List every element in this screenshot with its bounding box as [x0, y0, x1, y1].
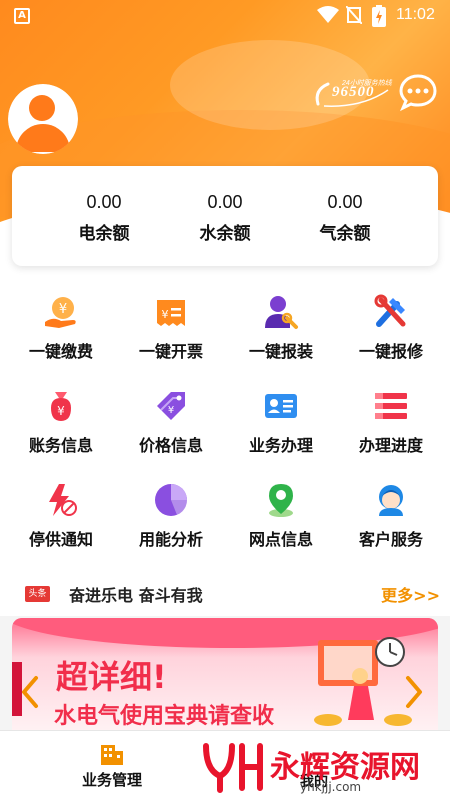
banner-title: 超详细! — [56, 658, 167, 696]
more-link[interactable]: 更多>> — [381, 582, 440, 606]
grid-item-business[interactable]: 业务办理 — [226, 374, 336, 455]
balance-gas-value: 0.00 — [327, 192, 363, 212]
promo-banner[interactable]: 超详细! 水电气使用宝典请查收 — [12, 618, 438, 730]
grid-label: 一键报装 — [248, 342, 313, 361]
grid-item-invoice[interactable]: ¥ 一键开票 — [116, 280, 226, 361]
watermark-logo-icon — [203, 743, 263, 793]
message-button[interactable] — [398, 72, 438, 112]
balance-electric-value: 0.00 — [86, 192, 122, 212]
watermark-url: yhkjjj.com — [300, 780, 362, 794]
banner-next-icon[interactable] — [402, 674, 426, 710]
wifi-icon — [317, 6, 339, 23]
svg-text:¥: ¥ — [59, 302, 67, 317]
avatar[interactable] — [8, 84, 78, 154]
balance-water-label: 水余额 — [199, 224, 251, 244]
power-off-icon — [49, 484, 77, 516]
grid-item-price[interactable]: ¥ 价格信息 — [116, 374, 226, 455]
grid-item-outlets[interactable]: 网点信息 — [226, 468, 336, 549]
grid-label: 一键报修 — [358, 342, 423, 361]
grid-label: 用能分析 — [138, 530, 203, 549]
chat-bubble-icon — [399, 74, 437, 112]
customer-service-icon — [379, 485, 403, 516]
grid-label: 业务办理 — [248, 436, 313, 455]
grid-label: 账务信息 — [28, 436, 93, 455]
grid-item-accounts[interactable]: ¥ 账务信息 — [6, 374, 116, 455]
watermark: 永辉资源网 yhkjjj.com — [202, 740, 442, 796]
service-grid: ¥ 一键缴费 ¥ 一键开票 一键报装 一键报修 ¥ 账务信息 ¥ 价格信息 业务… — [0, 280, 450, 570]
grid-item-outage[interactable]: 停供通知 — [6, 468, 116, 549]
headline-tag: 头条 — [25, 586, 50, 602]
grid-label: 办理进度 — [358, 436, 423, 455]
tab-business[interactable]: 业务管理 — [70, 743, 154, 790]
svg-text:¥: ¥ — [162, 308, 169, 321]
grid-item-analysis[interactable]: 用能分析 — [116, 468, 226, 549]
grid-item-repair[interactable]: 一键报修 — [336, 280, 446, 361]
banner-illustration — [314, 637, 412, 726]
grid-label: 客户服务 — [358, 530, 423, 549]
location-pin-icon — [269, 484, 293, 517]
grid-label: 价格信息 — [138, 436, 203, 455]
no-sim-icon — [346, 6, 362, 24]
balance-electric[interactable]: 0.00 电余额 — [44, 192, 164, 244]
grid-label: 停供通知 — [28, 530, 93, 549]
tab-business-label: 业务管理 — [81, 771, 142, 789]
news-headline[interactable]: 奋进乐电 奋斗有我 — [69, 582, 203, 606]
status-bar: A 11:02 — [0, 0, 450, 30]
status-time: 11:02 — [396, 6, 435, 23]
svg-text:¥: ¥ — [168, 405, 174, 416]
banner-subtitle: 水电气使用宝典请查收 — [54, 704, 275, 729]
grid-label: 网点信息 — [248, 530, 313, 549]
building-icon — [101, 745, 123, 765]
tools-icon — [374, 294, 406, 327]
grid-label: 一键缴费 — [28, 342, 93, 361]
avatar-background — [8, 84, 78, 154]
person-wrench-icon — [265, 296, 298, 329]
yuan-hand-icon: ¥ — [45, 297, 76, 328]
balance-water-value: 0.00 — [207, 192, 243, 212]
hotline-number: 96500 — [332, 84, 375, 100]
avatar-body — [16, 124, 70, 152]
battery-charging-icon — [372, 5, 386, 27]
grid-item-pay[interactable]: ¥ 一键缴费 — [6, 280, 116, 361]
hotline-logo[interactable]: 24小时服务热线 96500 — [312, 76, 392, 108]
grid-item-service[interactable]: 客户服务 — [336, 468, 446, 549]
money-bag-icon: ¥ — [51, 392, 71, 421]
progress-list-icon — [375, 393, 407, 419]
grid-item-install[interactable]: 一键报装 — [226, 280, 336, 361]
balance-electric-label: 电余额 — [78, 224, 130, 244]
pie-chart-icon — [155, 484, 188, 516]
balance-water[interactable]: 0.00 水余额 — [165, 192, 285, 244]
balance-gas[interactable]: 0.00 气余额 — [285, 192, 405, 244]
balance-gas-label: 气余额 — [319, 224, 371, 244]
app-badge-icon: A — [14, 8, 30, 24]
grid-label: 一键开票 — [138, 342, 203, 361]
price-tag-icon: ¥ — [157, 392, 185, 420]
balance-card: 0.00 电余额 0.00 水余额 0.00 气余额 — [12, 166, 438, 266]
id-card-icon — [265, 394, 297, 418]
banner-prev-icon[interactable] — [18, 674, 42, 710]
svg-text:¥: ¥ — [57, 404, 65, 418]
invoice-icon: ¥ — [157, 300, 185, 326]
grid-item-progress[interactable]: 办理进度 — [336, 374, 446, 455]
news-ticker[interactable]: 头条 奋进乐电 奋斗有我 更多>> — [0, 570, 450, 616]
avatar-head — [29, 95, 55, 121]
